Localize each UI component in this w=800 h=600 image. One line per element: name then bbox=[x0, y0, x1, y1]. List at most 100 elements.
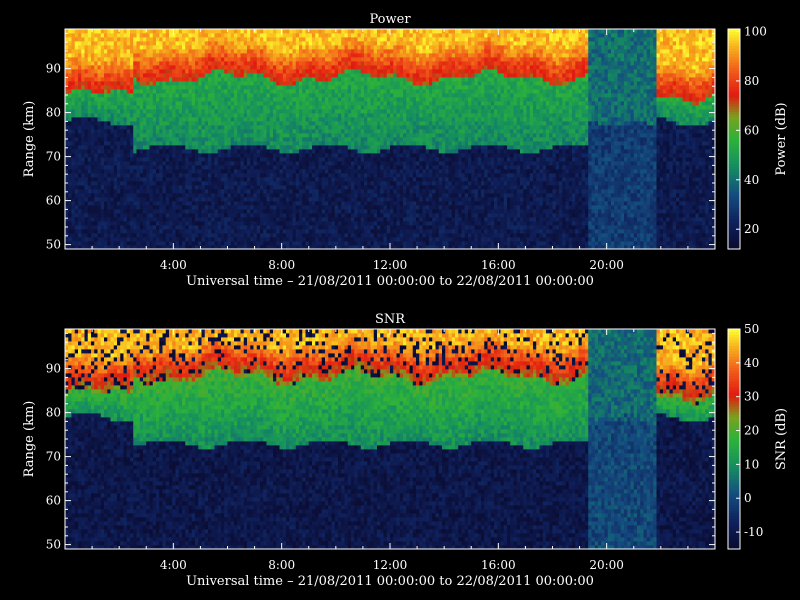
heatmap-cell bbox=[214, 145, 219, 150]
heatmap-cell bbox=[302, 233, 306, 238]
heatmap-cell bbox=[149, 133, 154, 138]
heatmap-cell bbox=[191, 145, 196, 150]
heatmap-cell bbox=[133, 129, 137, 134]
heatmap-cell bbox=[302, 209, 306, 214]
heatmap-cell bbox=[351, 121, 355, 126]
heatmap-cell bbox=[243, 145, 248, 150]
heatmap-cell bbox=[234, 233, 238, 238]
heatmap-cell bbox=[247, 129, 251, 134]
heatmap-cell bbox=[325, 145, 329, 150]
heatmap-cell bbox=[217, 129, 222, 134]
heatmap-cell bbox=[302, 137, 306, 142]
heatmap-cell bbox=[188, 109, 193, 114]
heatmap-cell bbox=[120, 201, 124, 206]
heatmap-cell bbox=[243, 109, 248, 114]
heatmap-cell bbox=[214, 81, 219, 86]
heatmap-cell bbox=[107, 57, 111, 62]
heatmap-cell bbox=[221, 117, 225, 122]
heatmap-cell bbox=[149, 237, 154, 242]
heatmap-cell bbox=[156, 129, 160, 134]
heatmap-cell bbox=[110, 145, 115, 150]
heatmap-cell bbox=[247, 81, 251, 86]
heatmap-cell bbox=[321, 237, 326, 242]
heatmap-cell bbox=[201, 205, 206, 210]
heatmap-cell bbox=[198, 45, 202, 50]
heatmap-cell bbox=[273, 133, 277, 138]
heatmap-cell bbox=[266, 85, 271, 90]
heatmap-cell bbox=[130, 141, 134, 146]
heatmap-cell bbox=[123, 177, 128, 182]
heatmap-cell bbox=[208, 61, 212, 66]
heatmap-cell bbox=[256, 173, 261, 178]
heatmap-cell bbox=[146, 201, 150, 206]
heatmap-cell bbox=[169, 177, 173, 182]
heatmap-cell bbox=[347, 161, 352, 166]
heatmap-cell bbox=[312, 137, 316, 142]
heatmap-cell bbox=[351, 205, 355, 210]
heatmap-cell bbox=[126, 41, 131, 46]
heatmap-cell bbox=[65, 97, 69, 102]
heatmap-cell bbox=[143, 241, 147, 246]
heatmap-cell bbox=[159, 165, 163, 170]
heatmap-cell bbox=[269, 229, 274, 234]
heatmap-cell bbox=[133, 145, 137, 150]
heatmap-cell bbox=[286, 185, 290, 190]
heatmap-cell bbox=[94, 205, 98, 210]
heatmap-cell bbox=[117, 45, 121, 50]
heatmap-cell bbox=[84, 201, 89, 206]
heatmap-cell bbox=[328, 141, 332, 146]
heatmap-cell bbox=[208, 165, 212, 170]
heatmap-cell bbox=[84, 81, 89, 86]
heatmap-cell bbox=[78, 33, 82, 38]
heatmap-cell bbox=[217, 161, 222, 166]
heatmap-cell bbox=[282, 109, 287, 114]
heatmap-cell bbox=[126, 153, 131, 158]
heatmap-cell bbox=[185, 229, 189, 234]
heatmap-cell bbox=[182, 233, 186, 238]
heatmap-cell bbox=[172, 173, 176, 178]
heatmap-cell bbox=[260, 197, 264, 202]
heatmap-cell bbox=[104, 113, 108, 118]
heatmap-cell bbox=[74, 137, 79, 142]
heatmap-cell bbox=[315, 117, 319, 122]
heatmap-cell bbox=[305, 89, 310, 94]
heatmap-cell bbox=[269, 125, 274, 130]
heatmap-cell bbox=[159, 209, 163, 214]
heatmap-cell bbox=[305, 45, 310, 50]
heatmap-cell bbox=[169, 189, 173, 194]
heatmap-cell bbox=[354, 201, 358, 206]
heatmap-cell bbox=[325, 121, 329, 126]
heatmap-cell bbox=[286, 197, 290, 202]
heatmap-cell bbox=[120, 137, 124, 142]
heatmap-cell bbox=[253, 225, 258, 230]
heatmap-cell bbox=[302, 85, 306, 90]
heatmap-cell bbox=[266, 181, 271, 186]
heatmap-cell bbox=[289, 93, 293, 98]
heatmap-cell bbox=[308, 37, 313, 42]
heatmap-cell bbox=[295, 205, 300, 210]
heatmap-cell bbox=[120, 53, 124, 58]
heatmap-cell bbox=[263, 77, 267, 82]
heatmap-cell bbox=[81, 77, 85, 82]
heatmap-cell bbox=[289, 201, 293, 206]
heatmap-cell bbox=[286, 37, 290, 42]
heatmap-cell bbox=[240, 177, 245, 182]
heatmap-cell bbox=[100, 241, 105, 246]
heatmap-cell bbox=[341, 193, 345, 198]
heatmap-cell bbox=[113, 129, 118, 134]
heatmap-cell bbox=[334, 29, 339, 34]
heatmap-cell bbox=[328, 205, 332, 210]
heatmap-cell bbox=[321, 233, 326, 238]
heatmap-cell bbox=[292, 209, 297, 214]
heatmap-cell bbox=[211, 81, 215, 86]
heatmap-cell bbox=[286, 217, 290, 222]
heatmap-cell bbox=[266, 241, 271, 246]
heatmap-cell bbox=[136, 89, 141, 94]
heatmap-cell bbox=[292, 81, 297, 86]
heatmap-cell bbox=[201, 149, 206, 154]
heatmap-cell bbox=[351, 97, 355, 102]
heatmap-cell bbox=[344, 173, 349, 178]
heatmap-cell bbox=[139, 69, 144, 74]
heatmap-cell bbox=[312, 241, 316, 246]
heatmap-cell bbox=[243, 209, 248, 214]
